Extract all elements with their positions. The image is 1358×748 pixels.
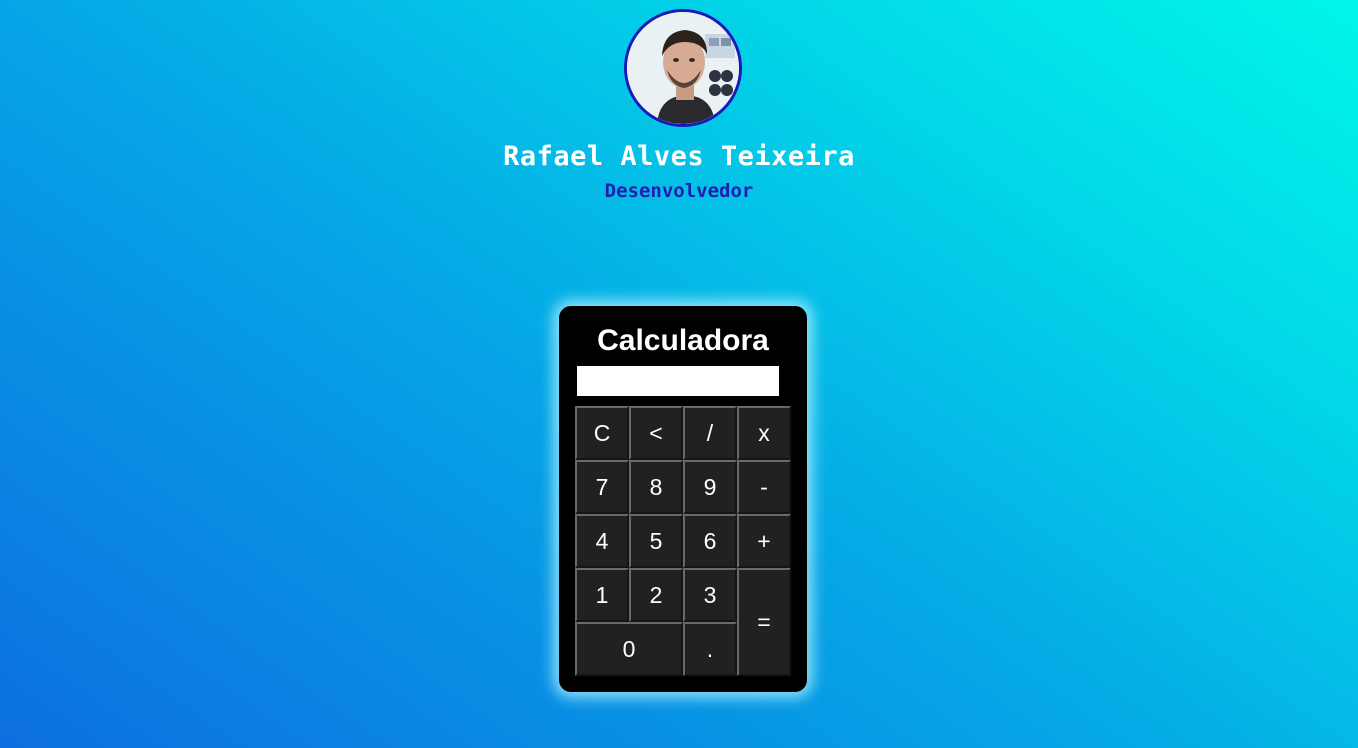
key-backspace[interactable]: < — [629, 406, 683, 460]
key-equals[interactable]: = — [737, 568, 791, 676]
key-1[interactable]: 1 — [575, 568, 629, 622]
key-9[interactable]: 9 — [683, 460, 737, 514]
key-7[interactable]: 7 — [575, 460, 629, 514]
avatar — [624, 9, 742, 127]
calculator-title: Calculadora — [597, 324, 769, 357]
key-6[interactable]: 6 — [683, 514, 737, 568]
key-decimal[interactable]: . — [683, 622, 737, 676]
calculator-keypad: C < / x 7 8 9 - 4 5 6 + 1 2 3 = 0 . — [575, 406, 791, 676]
key-2[interactable]: 2 — [629, 568, 683, 622]
key-3[interactable]: 3 — [683, 568, 737, 622]
key-8[interactable]: 8 — [629, 460, 683, 514]
key-5[interactable]: 5 — [629, 514, 683, 568]
calculator-display[interactable] — [577, 366, 779, 396]
profile-name: Rafael Alves Teixeira — [503, 141, 855, 172]
profile-role: Desenvolvedor — [604, 180, 754, 202]
key-plus[interactable]: + — [737, 514, 791, 568]
key-minus[interactable]: - — [737, 460, 791, 514]
key-multiply[interactable]: x — [737, 406, 791, 460]
key-4[interactable]: 4 — [575, 514, 629, 568]
key-clear[interactable]: C — [575, 406, 629, 460]
calculator: Calculadora C < / x 7 8 9 - 4 5 6 + 1 2 … — [559, 306, 807, 692]
key-divide[interactable]: / — [683, 406, 737, 460]
key-0[interactable]: 0 — [575, 622, 683, 676]
avatar-photo — [627, 12, 739, 124]
